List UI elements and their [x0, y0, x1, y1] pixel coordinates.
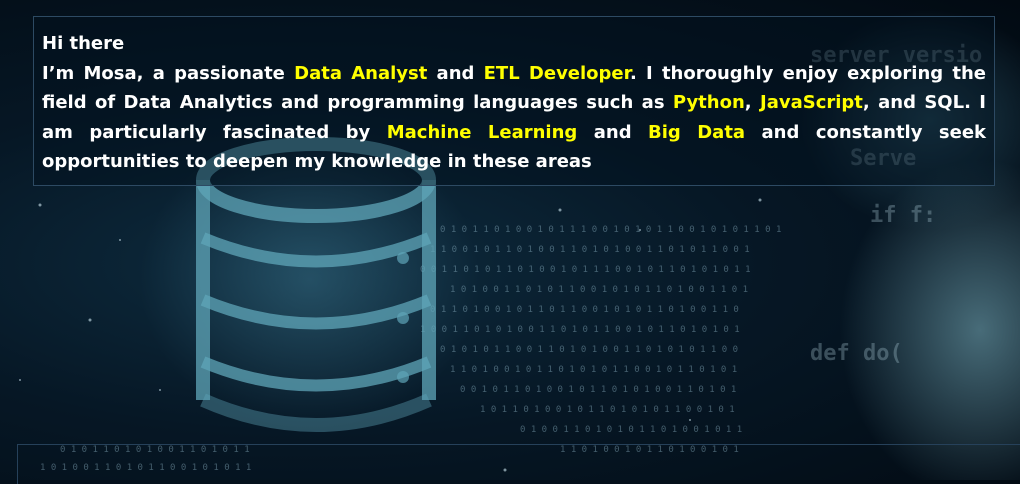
svg-text:0 1 0 1 0 1 1 0 0 1 1 0 1 0 1: 0 1 0 1 0 1 1 0 0 1 1 0 1 0 1 0 0 1 1 0 …: [440, 345, 738, 355]
svg-text:1 0 1 0 0 1 1 0 1 0 1 1 0 0 1: 1 0 1 0 0 1 1 0 1 0 1 1 0 0 1 0 1 0 1 1 …: [450, 285, 748, 295]
highlighted-keyword: Data Analyst: [294, 62, 428, 84]
svg-text:1 1 0 0 1 0 1 1 0 1 0 0 1 1 0: 1 1 0 0 1 0 1 1 0 1 0 0 1 1 0 1 0 1 0 0 …: [430, 245, 750, 255]
highlighted-keyword: Big Data: [648, 121, 746, 143]
highlighted-keyword: JavaScript: [760, 92, 863, 113]
svg-text:def do(: def do(: [810, 341, 903, 366]
bio-text: and: [577, 121, 649, 143]
svg-text:1 0 1 1 0 1 0 0 1 0 1 1 0 1 0: 1 0 1 1 0 1 0 0 1 0 1 1 0 1 0 1 0 1 1 0 …: [480, 405, 735, 415]
highlighted-keyword: Machine Learning: [386, 121, 578, 143]
bio-text: ,: [744, 92, 760, 113]
bottom-panel: [17, 444, 1020, 484]
bio-paragraph: I’m Mosa, a passionate Data Analyst and …: [42, 59, 986, 177]
intro-panel: Hi there I’m Mosa, a passionate Data Ana…: [33, 16, 995, 186]
svg-text:0 1 0 0 1 1 0 1 0 1 0 1 1 0 1: 0 1 0 0 1 1 0 1 0 1 0 1 1 0 1 0 0 1 0 1 …: [520, 425, 742, 435]
svg-text:1 0 0 1 1 0 1 0 1 0 0 1 1 0 1: 1 0 0 1 1 0 1 0 1 0 0 1 1 0 1 0 1 1 0 0 …: [420, 325, 740, 335]
highlighted-keyword: ETL Developer: [483, 62, 630, 84]
svg-text:1 1 0 1 0 0 1 0 1 1 0 1 0 1 0: 1 1 0 1 0 0 1 0 1 1 0 1 0 1 0 1 1 0 0 1 …: [450, 365, 737, 375]
svg-text:0 0 1 1 0 1 0 1 1 0 1 0 0 1 0: 0 0 1 1 0 1 0 1 1 0 1 0 0 1 0 1 1 1 0 0 …: [420, 265, 751, 275]
svg-text:if f:: if f:: [870, 203, 936, 228]
bio-text: I’m Mosa, a passionate: [42, 62, 295, 84]
highlighted-keyword: Python: [672, 92, 745, 113]
greeting-heading: Hi there: [42, 33, 125, 54]
svg-text:0 1 1 0 1 0 0 1 0 1 1 0 1 1 0: 0 1 1 0 1 0 0 1 0 1 1 0 1 1 0 0 1 0 1 0 …: [430, 305, 739, 315]
bio-text: and: [427, 62, 484, 84]
svg-text:0 1 0 1 1 0 1 0 0 1 0 1 1 1 0: 0 1 0 1 1 0 1 0 0 1 0 1 1 1 0 0 1 0 1 0 …: [440, 225, 781, 235]
svg-text:0 0 1 0 1 1 0 1 0 0 1 0 1 1 0: 0 0 1 0 1 1 0 1 0 0 1 0 1 1 0 1 0 1 0 0 …: [460, 385, 736, 395]
